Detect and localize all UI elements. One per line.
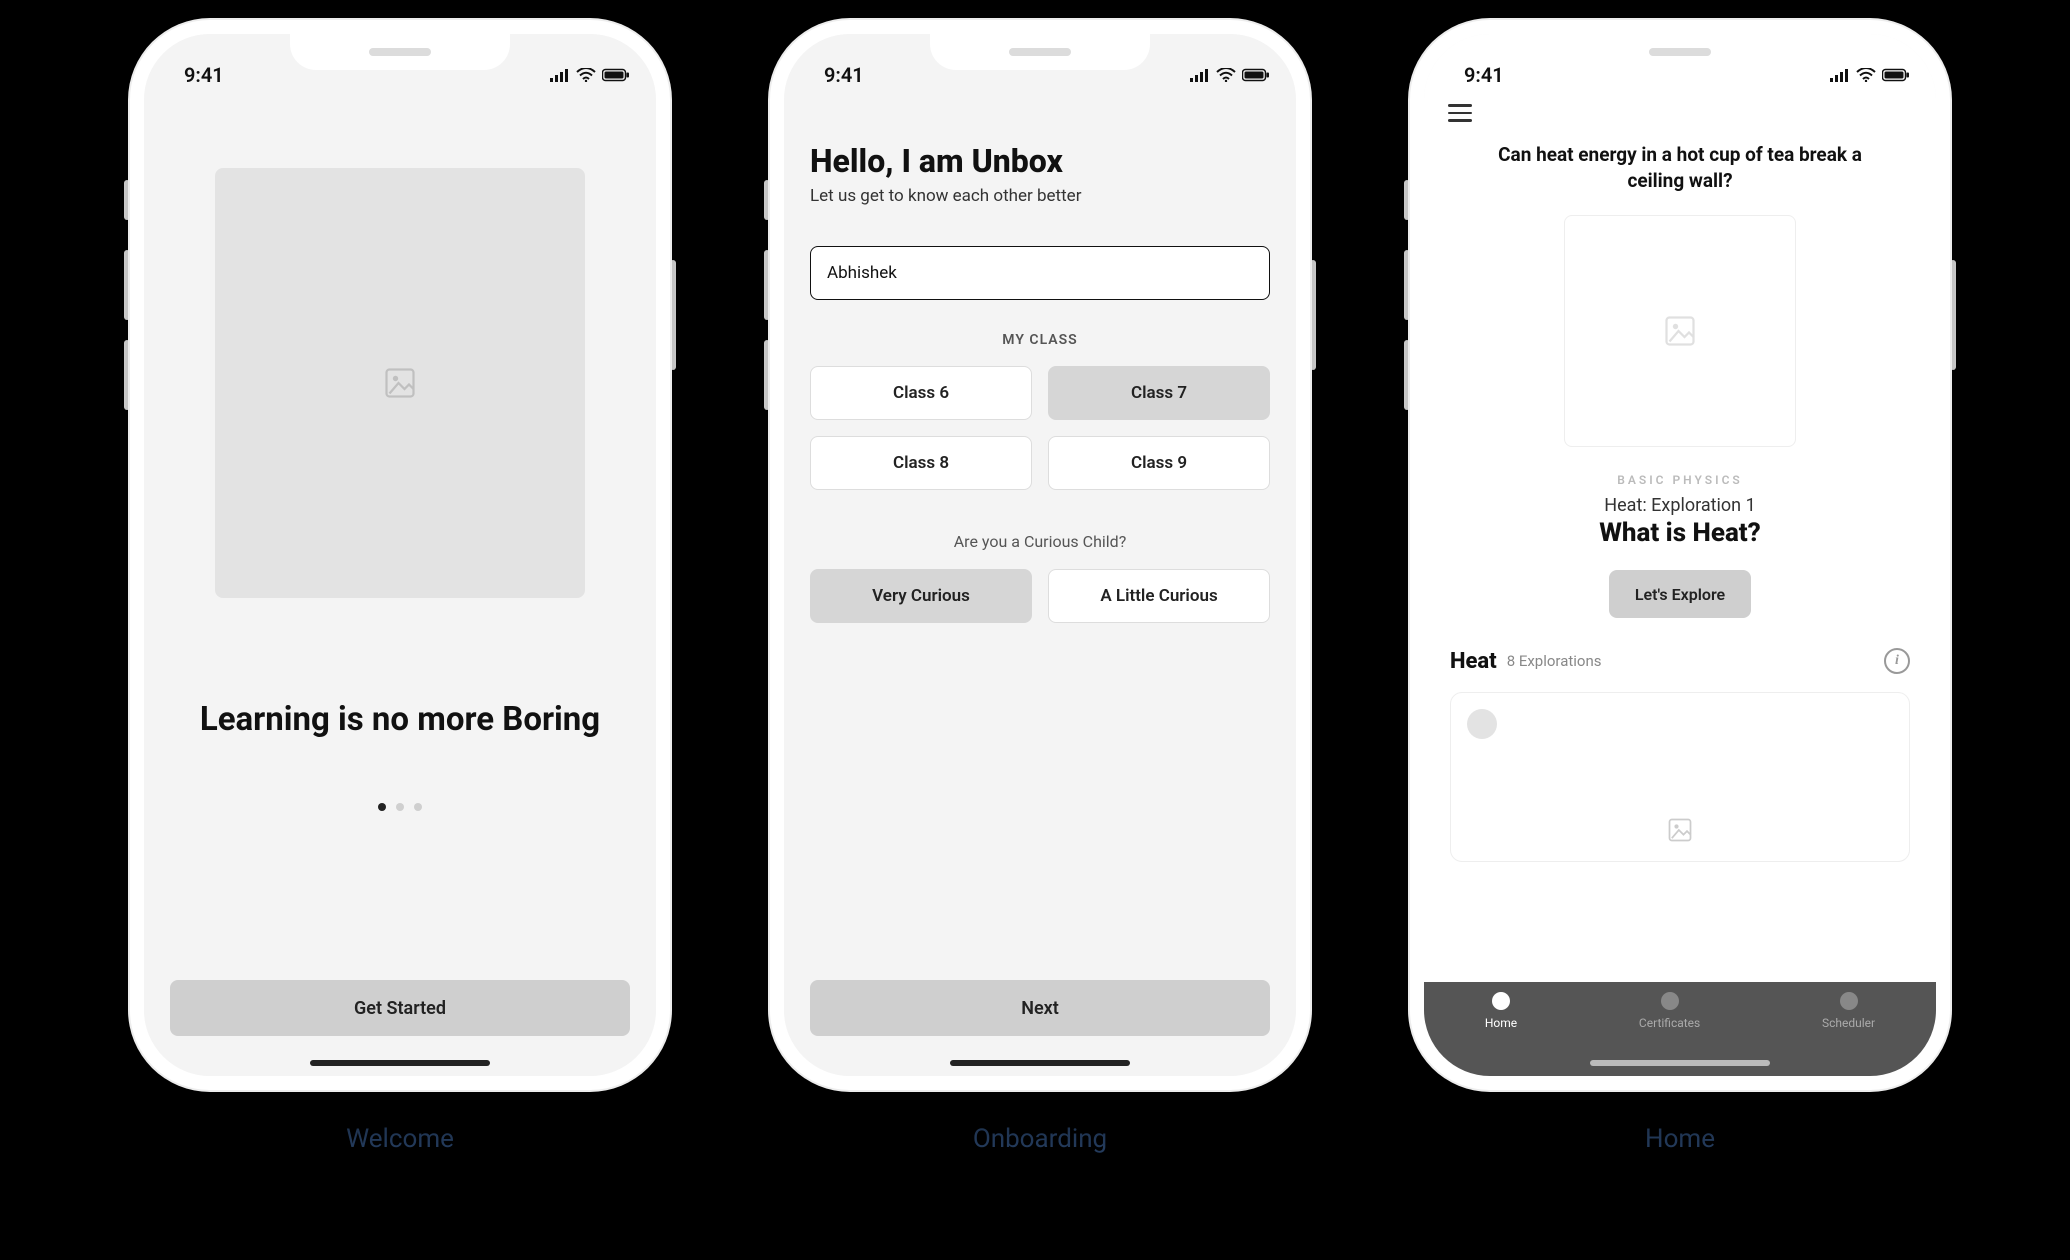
side-button [1310,260,1316,370]
home-indicator[interactable] [950,1060,1130,1066]
side-button [1950,260,1956,370]
status-time: 9:41 [184,63,224,87]
phone-onboarding: 9:41 Hello, I am Unbox Let us get to kno… [770,20,1310,1154]
welcome-headline: Learning is no more Boring [170,698,630,743]
class-option[interactable]: Class 9 [1048,436,1270,490]
page-dot[interactable] [414,803,422,811]
lesson-image-placeholder [1564,215,1796,447]
home-indicator[interactable] [1590,1060,1770,1066]
class-option[interactable]: Class 8 [810,436,1032,490]
tab-scheduler[interactable]: Scheduler [1822,992,1875,1030]
subject-label: BASIC PHYSICS [1450,473,1910,487]
status-bar: 9:41 [784,34,1296,102]
status-time: 9:41 [824,63,864,87]
phone-welcome: 9:41 Learning is no more Boring [130,20,670,1154]
curious-option[interactable]: A Little Curious [1048,569,1270,623]
section-title: Heat [1450,649,1497,674]
screen-caption: Home [1410,1124,1950,1154]
status-icons [550,68,630,82]
lets-explore-button[interactable]: Let's Explore [1609,570,1751,618]
tab-home-icon [1492,992,1510,1010]
tab-label: Certificates [1639,1016,1700,1030]
hero-image-placeholder [215,168,585,598]
onboarding-title: Hello, I am Unbox [810,142,1270,180]
exploration-sub: Heat: Exploration 1 [1450,495,1910,516]
card-avatar-placeholder [1467,709,1497,739]
status-icons [1830,68,1910,82]
battery-icon [1242,68,1270,82]
status-icons [1190,68,1270,82]
cellular-icon [1190,68,1210,82]
class-option[interactable]: Class 7 [1048,366,1270,420]
screen-caption: Onboarding [770,1124,1310,1154]
battery-icon [1882,68,1910,82]
section-count: 8 Explorations [1507,652,1602,670]
status-bar: 9:41 [144,34,656,102]
name-input-value: Abhishek [827,263,897,283]
home-indicator[interactable] [310,1060,490,1066]
cellular-icon [550,68,570,82]
tab-label: Home [1485,1016,1517,1030]
status-time: 9:41 [1464,63,1504,87]
screen-caption: Welcome [130,1124,670,1154]
tab-label: Scheduler [1822,1016,1875,1030]
tab-certificates[interactable]: Certificates [1639,992,1700,1030]
wifi-icon [576,68,596,82]
image-icon [382,365,418,401]
wifi-icon [1856,68,1876,82]
stage: 9:41 Learning is no more Boring [0,0,2070,1260]
curious-option[interactable]: Very Curious [810,569,1032,623]
tab-certificates-icon [1661,992,1679,1010]
home-prompt: Can heat energy in a hot cup of tea brea… [1480,142,1880,193]
exploration-title: What is Heat? [1450,518,1910,548]
page-indicators [170,803,630,811]
info-icon[interactable]: i [1884,648,1910,674]
tab-scheduler-icon [1840,992,1858,1010]
card-image-placeholder [1635,795,1725,865]
wifi-icon [1216,68,1236,82]
name-input[interactable]: Abhishek [810,246,1270,300]
get-started-button[interactable]: Get Started [170,980,630,1036]
page-dot[interactable] [378,803,386,811]
page-dot[interactable] [396,803,404,811]
phone-home: 9:41 Can heat energy in a hot cup of tea… [1410,20,1950,1154]
side-button [670,260,676,370]
class-section-label: MY CLASS [810,332,1270,348]
image-icon [1666,816,1694,844]
status-bar: 9:41 [1424,34,1936,102]
cellular-icon [1830,68,1850,82]
exploration-card[interactable] [1450,692,1910,862]
onboarding-subtitle: Let us get to know each other better [810,186,1270,206]
curious-question: Are you a Curious Child? [810,532,1270,551]
next-button[interactable]: Next [810,980,1270,1036]
image-icon [1662,313,1698,349]
battery-icon [602,68,630,82]
class-option[interactable]: Class 6 [810,366,1032,420]
tab-home[interactable]: Home [1485,992,1517,1030]
